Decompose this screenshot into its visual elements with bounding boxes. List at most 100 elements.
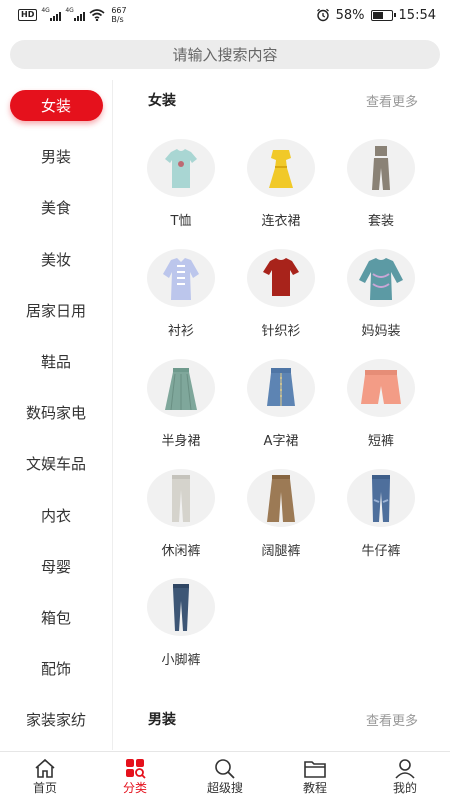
category-item-label: T恤 xyxy=(170,214,192,229)
sidebar-item[interactable]: 箱包 xyxy=(0,592,112,643)
nav-item-label: 分类 xyxy=(122,780,147,795)
category-item-label: 短裤 xyxy=(367,434,394,449)
category-item[interactable]: 连衣裙 xyxy=(231,139,331,229)
category-item[interactable]: 阔腿裤 xyxy=(231,469,331,559)
sidebar-item-label: 男装 xyxy=(40,148,71,167)
category-thumbnail xyxy=(347,469,415,527)
category-item[interactable]: 半身裙 xyxy=(131,359,231,449)
category-item-label: 妈妈装 xyxy=(361,324,401,339)
sidebar-item-label: 鞋品 xyxy=(40,353,71,372)
sidebar-item-label: 美妆 xyxy=(40,250,71,269)
sidebar-item-label: 居家日用 xyxy=(25,301,86,320)
category-item[interactable]: 小脚裤 xyxy=(131,578,231,668)
knit-icon xyxy=(263,258,299,296)
category-item-label: 半身裙 xyxy=(161,434,201,449)
category-item-label: A字裙 xyxy=(263,434,299,449)
nav-item-category[interactable]: 分类 xyxy=(90,752,180,800)
casual-pants-icon xyxy=(172,475,190,522)
category-thumbnail xyxy=(147,469,215,527)
sidebar-item-label: 文娱车品 xyxy=(25,455,86,474)
sidebar-item-label: 数码家电 xyxy=(25,404,86,423)
home-icon xyxy=(35,758,55,778)
search-placeholder: 请输入搜索内容 xyxy=(172,46,278,64)
category-item[interactable]: 牛仔裤 xyxy=(331,469,431,559)
section-header-womens: 女装 查看更多 xyxy=(148,90,418,110)
status-bar: HD 4G 4G 667 B/s 58% 15:54 xyxy=(0,0,450,30)
nav-item-label: 教程 xyxy=(302,780,327,795)
sidebar-item-label: 美食 xyxy=(40,199,71,218)
category-item-label: 衬衫 xyxy=(167,324,194,339)
category-item[interactable]: T恤 xyxy=(131,139,231,229)
category-sidebar: 女装男装美食美妆居家日用鞋品数码家电文娱车品内衣母婴箱包配饰家装家纺 xyxy=(0,80,113,750)
category-item[interactable]: 休闲裤 xyxy=(131,469,231,559)
user-icon xyxy=(395,758,415,779)
category-thumbnail xyxy=(347,359,415,417)
category-thumbnail xyxy=(247,469,315,527)
sidebar-item[interactable]: 美妆 xyxy=(0,234,112,285)
category-icon xyxy=(126,758,146,779)
category-thumbnail xyxy=(147,359,215,417)
category-item[interactable]: 针织衫 xyxy=(231,249,331,339)
jeans-icon xyxy=(372,475,390,522)
see-more-link[interactable]: 查看更多 xyxy=(366,91,418,110)
sidebar-item[interactable]: 男装 xyxy=(0,131,112,182)
sidebar-item-label: 女装 xyxy=(9,90,103,122)
nav-item-folder[interactable]: 教程 xyxy=(270,752,360,800)
sidebar-item[interactable]: 内衣 xyxy=(0,490,112,541)
category-item-label: 牛仔裤 xyxy=(361,544,401,559)
category-item-label: 休闲裤 xyxy=(161,544,201,559)
sidebar-item[interactable]: 文娱车品 xyxy=(0,438,112,489)
folder-icon xyxy=(304,760,326,778)
sidebar-item-label: 配饰 xyxy=(40,660,71,679)
category-item[interactable]: 妈妈装 xyxy=(331,249,431,339)
category-content: 女装 查看更多 T恤 连衣裙 套装衬衫 针织衫 妈妈装半身裙 A字裙 短裤休闲裤 阔腿裤 牛仔裤… xyxy=(114,80,450,750)
category-item-label: 套装 xyxy=(367,214,394,229)
search-input[interactable]: 请输入搜索内容 xyxy=(10,40,440,69)
category-item-label: 阔腿裤 xyxy=(261,544,301,559)
category-item-label: 小脚裤 xyxy=(161,653,201,668)
nav-item-search[interactable]: 超级搜 xyxy=(180,752,270,800)
denim-skirt-icon xyxy=(267,368,295,406)
section-title: 男装 xyxy=(148,712,176,728)
sidebar-item[interactable]: 配饰 xyxy=(0,643,112,694)
sidebar-item-label: 家装家纺 xyxy=(25,711,86,730)
sidebar-item[interactable]: 母婴 xyxy=(0,541,112,592)
section-header-mens: 男装 查看更多 xyxy=(148,709,418,729)
shorts-icon xyxy=(361,370,401,404)
search-icon xyxy=(215,758,235,779)
sidebar-item[interactable]: 鞋品 xyxy=(0,336,112,387)
category-thumbnail xyxy=(247,249,315,307)
sidebar-item-label: 内衣 xyxy=(40,506,71,525)
nav-item-user[interactable]: 我的 xyxy=(360,752,450,800)
category-item[interactable]: 短裤 xyxy=(331,359,431,449)
category-item[interactable]: A字裙 xyxy=(231,359,331,449)
sidebar-item[interactable]: 家装家纺 xyxy=(0,694,112,745)
clock: 15:54 xyxy=(398,7,436,23)
category-item[interactable]: 套装 xyxy=(331,139,431,229)
category-thumbnail xyxy=(347,249,415,307)
battery-icon xyxy=(370,9,396,21)
sidebar-item-label: 母婴 xyxy=(40,557,71,576)
mom-wear-icon xyxy=(359,258,403,300)
category-item-label: 连衣裙 xyxy=(261,214,301,229)
sidebar-item-label: 箱包 xyxy=(40,608,71,627)
tshirt-icon xyxy=(165,149,197,188)
bottom-nav: 首页 分类 超级搜 教程 我的 xyxy=(0,751,450,800)
wifi-icon xyxy=(89,9,105,21)
sidebar-item[interactable]: 美食 xyxy=(0,182,112,233)
see-more-link[interactable]: 查看更多 xyxy=(366,710,418,729)
skinny-pants-icon xyxy=(173,584,189,631)
section-title: 女装 xyxy=(148,93,176,109)
category-thumbnail xyxy=(347,139,415,197)
nav-item-home[interactable]: 首页 xyxy=(0,752,90,800)
dress-icon xyxy=(269,150,293,188)
category-thumbnail xyxy=(247,139,315,197)
sidebar-item[interactable]: 数码家电 xyxy=(0,387,112,438)
sidebar-item[interactable]: 女装 xyxy=(0,80,112,131)
sidebar-item[interactable]: 居家日用 xyxy=(0,285,112,336)
category-item[interactable]: 衬衫 xyxy=(131,249,231,339)
nav-item-label: 首页 xyxy=(32,780,57,795)
category-thumbnail xyxy=(147,139,215,197)
wide-pants-icon xyxy=(267,475,295,522)
category-thumbnail xyxy=(147,578,215,636)
